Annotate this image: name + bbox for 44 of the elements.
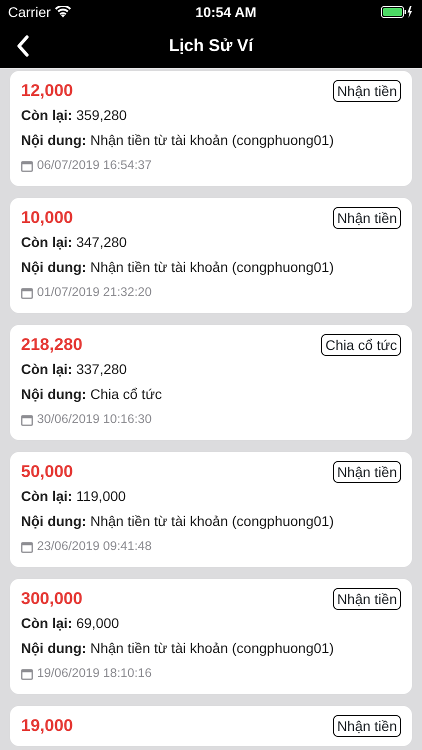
transaction-type-tag: Nhận tiền (333, 460, 401, 482)
balance-text: Còn lại: 359,280 (21, 106, 128, 125)
battery-icon (380, 6, 414, 18)
transaction-date: 19/06/2019 18:10:16 (37, 665, 152, 682)
transaction-card[interactable]: 218,280 Chia cổ tức Còn lại: 337,280 Nội dung: Chia cổ tức 30/06/2019 10:16:30 (10, 325, 412, 440)
calendar-icon (21, 668, 33, 680)
transaction-amount: 12,000 (21, 80, 73, 102)
transaction-type-tag: Chia cổ tức (321, 334, 401, 356)
content-text: Nội dung: Nhận tiền từ tài khoản (congphuong01) (21, 131, 335, 150)
transaction-date: 01/07/2019 21:32:20 (37, 284, 152, 301)
balance-text: Còn lại: 347,280 (21, 233, 128, 252)
transaction-amount: 218,280 (21, 334, 82, 356)
content-text: Nội dung: Nhận tiền từ tài khoản (congphuong01) (21, 258, 335, 277)
content-text: Nội dung: Chia cổ tức (21, 385, 163, 404)
balance-text: Còn lại: 337,280 (21, 360, 128, 379)
content-text: Nội dung: Nhận tiền từ tài khoản (congphuong01) (21, 512, 335, 531)
calendar-icon (21, 286, 33, 298)
transaction-amount: 19,000 (21, 715, 73, 737)
transaction-date: 06/07/2019 16:54:37 (37, 157, 152, 174)
calendar-icon (21, 540, 33, 552)
status-time: 10:54 AM (195, 2, 256, 22)
wifi-icon (54, 6, 71, 18)
transaction-date: 23/06/2019 09:41:48 (37, 538, 152, 555)
transaction-card[interactable]: 12,000 Nhận tiền Còn lại: 359,280 Nội dung: Nhận tiền từ tài khoản (congphuong01) 06/07/2019 16:54:37 (10, 71, 412, 186)
balance-text: Còn lại: 119,000 (21, 487, 127, 506)
transaction-amount: 300,000 (21, 588, 82, 610)
transaction-type-tag: Nhận tiền (333, 588, 401, 610)
transaction-card[interactable]: 50,000 Nhận tiền Còn lại: 119,000 Nội dung: Nhận tiền từ tài khoản (congphuong01) 23/06/2019 09:41:48 (10, 452, 412, 567)
transaction-date: 30/06/2019 10:16:30 (37, 411, 152, 428)
transaction-amount: 10,000 (21, 207, 73, 229)
transaction-type-tag: Nhận tiền (333, 206, 401, 228)
balance-text: Còn lại: 69,000 (21, 614, 120, 633)
carrier-label: Carrier (8, 2, 51, 22)
screen-title: Lịch Sử Ví (168, 35, 254, 58)
back-button[interactable] (16, 34, 29, 58)
transaction-amount: 50,000 (21, 461, 73, 483)
calendar-icon (21, 414, 33, 426)
calendar-icon (21, 160, 33, 172)
content-text: Nội dung: Nhận tiền từ tài khoản (congphuong01) (21, 639, 335, 658)
transaction-type-tag: Nhận tiền (333, 714, 401, 736)
transaction-card[interactable]: 300,000 Nhận tiền Còn lại: 69,000 Nội dung: Nhận tiền từ tài khoản (congphuong01) 19/06/2019 18:10:16 (10, 579, 412, 694)
transaction-type-tag: Nhận tiền (333, 80, 401, 102)
transaction-card[interactable]: 19,000 Nhận tiền (10, 706, 412, 746)
transaction-card[interactable]: 10,000 Nhận tiền Còn lại: 347,280 Nội dung: Nhận tiền từ tài khoản (congphuong01) 01/07/2019 21:32:20 (10, 198, 412, 313)
